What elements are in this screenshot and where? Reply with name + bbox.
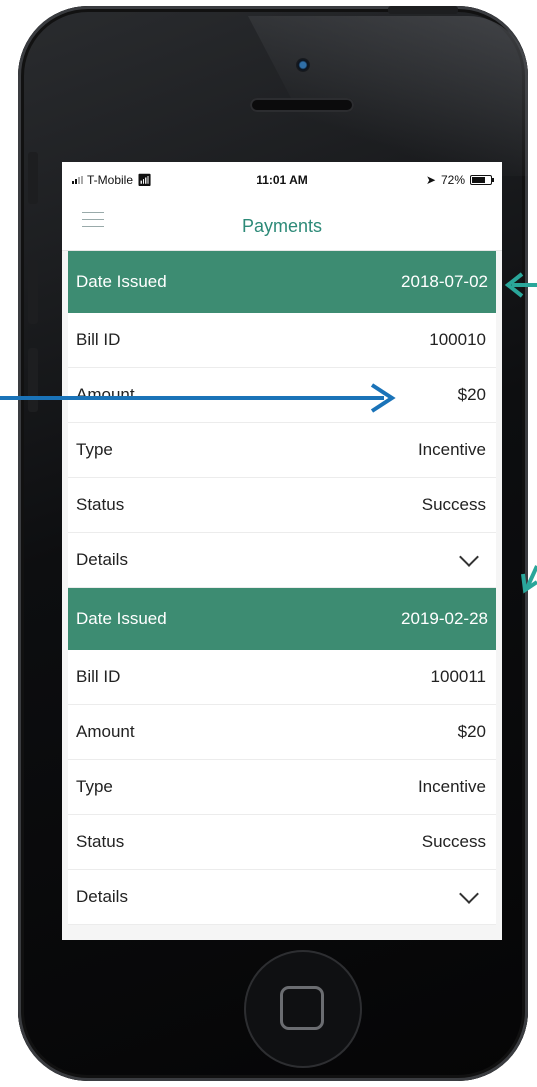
header-callout-arrow: [504, 272, 537, 298]
details-callout-arrow: [521, 565, 537, 594]
annotation-layer: [0, 272, 537, 594]
amount-callout-arrow: [0, 383, 396, 413]
